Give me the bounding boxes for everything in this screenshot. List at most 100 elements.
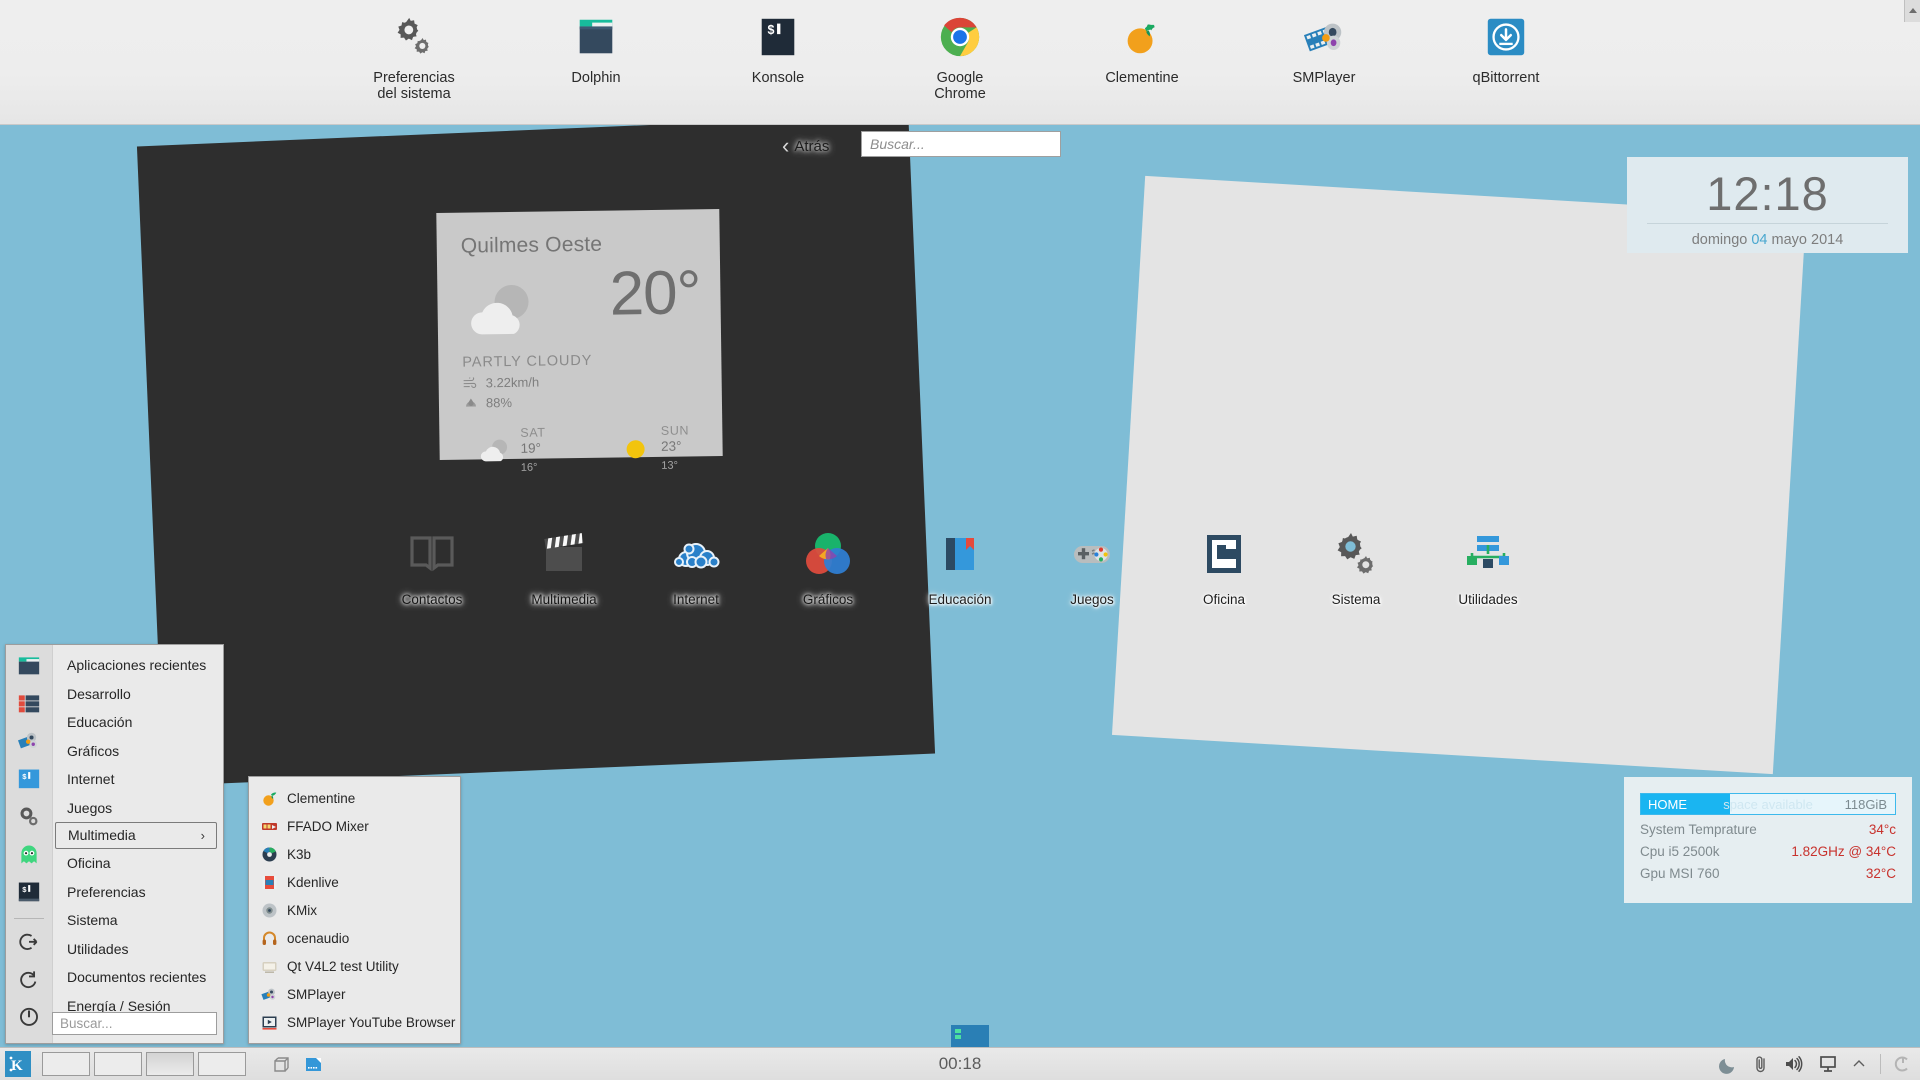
kickoff-item-educacion[interactable]: Educación xyxy=(53,708,223,737)
kickoff-item-juegos[interactable]: Juegos xyxy=(53,794,223,823)
submenu-item-smplayer[interactable]: SMPlayer xyxy=(249,980,460,1008)
submenu-item-label: Clementine xyxy=(287,790,356,806)
favorite-clementine[interactable]: Clementine xyxy=(1083,10,1201,86)
graphics-icon[interactable] xyxy=(15,729,43,753)
back-button-label: Atrás xyxy=(794,137,830,155)
taskbar-clock[interactable]: 00:18 xyxy=(939,1054,982,1074)
pager-desktop-2[interactable] xyxy=(94,1052,142,1076)
favorite-preferencias-del-sistema[interactable]: Preferencias del sistema xyxy=(355,10,473,102)
desktop-category-utilidades[interactable]: Utilidades xyxy=(1432,528,1544,607)
kickoff-item-multimedia[interactable]: Multimedia › xyxy=(55,822,217,849)
favorite-label: Konsole xyxy=(751,70,805,86)
pager-desktop-1[interactable] xyxy=(42,1052,90,1076)
kickoff-item-sistema[interactable]: Sistema xyxy=(53,906,223,935)
light-folderview-panel[interactable] xyxy=(1111,175,1807,775)
desktop-category-sistema[interactable]: Sistema xyxy=(1300,528,1412,607)
smplayer-icon xyxy=(261,988,276,1000)
sysmon-key: Cpu i5 2500k xyxy=(1640,844,1720,859)
back-button[interactable]: ‹ Atrás xyxy=(782,135,829,157)
weather-temperature: 20° xyxy=(609,258,701,329)
category-label: Contactos xyxy=(401,592,463,607)
desktop-category-educacion[interactable]: Educación xyxy=(904,528,1016,607)
clapperboard-icon xyxy=(544,533,584,571)
submenu-item-qt-v4l2-test-utility[interactable]: Qt V4L2 test Utility xyxy=(249,952,460,980)
desktop-category-multimedia[interactable]: Multimedia xyxy=(508,528,620,607)
file-manager-icon[interactable] xyxy=(304,1055,323,1074)
restart-icon[interactable] xyxy=(15,968,43,992)
kde-k-launcher-icon[interactable]: K xyxy=(5,1051,31,1077)
clock-day-number: 04 xyxy=(1751,232,1768,248)
favorite-label: Clementine xyxy=(1105,70,1179,86)
submenu-item-ffado-mixer[interactable]: FFADO Mixer xyxy=(249,812,460,840)
chevron-left-icon: ‹ xyxy=(782,133,790,158)
system-monitor-widget[interactable]: HOME space available 118GiB System Tempr… xyxy=(1624,777,1912,903)
show-desktop-icon[interactable] xyxy=(272,1055,291,1074)
pager-desktop-3[interactable] xyxy=(146,1052,194,1076)
category-label: Multimedia xyxy=(531,592,597,607)
weather-widget[interactable]: Quilmes Oeste 20° PARTLY CLOUDY 3.22km/h… xyxy=(436,209,723,474)
internet-icon[interactable]: $ xyxy=(15,767,43,791)
submenu-item-label: K3b xyxy=(287,846,312,862)
education-icon[interactable] xyxy=(15,692,43,716)
submenu-item-kmix[interactable]: KMix xyxy=(249,896,460,924)
pager-desktop-4[interactable] xyxy=(198,1052,246,1076)
submenu-item-kdenlive[interactable]: Kdenlive xyxy=(249,868,460,896)
kickoff-multimedia-submenu[interactable]: Clementine FFADO Mixer K3b Kdenlive KMix… xyxy=(248,776,461,1044)
weather-wind-row: 3.22km/h xyxy=(463,372,698,390)
logout-icon[interactable] xyxy=(15,930,43,954)
show-hidden-chevron-icon[interactable] xyxy=(1851,1056,1867,1072)
minimized-window-preview[interactable] xyxy=(951,1025,989,1047)
desktop-category-oficina[interactable]: Oficina xyxy=(1168,528,1280,607)
cloudy-icon xyxy=(480,439,508,462)
topbar-scroll-button[interactable] xyxy=(1904,0,1920,22)
clock-weekday: domingo xyxy=(1691,232,1748,248)
submenu-item-ocenaudio[interactable]: ocenaudio xyxy=(249,924,460,952)
settings-gears-icon[interactable] xyxy=(15,805,43,829)
forecast-high: 19° xyxy=(520,440,542,456)
color-circles-icon xyxy=(806,533,850,574)
kickoff-item-oficina[interactable]: Oficina xyxy=(53,849,223,878)
battery-icon[interactable] xyxy=(1894,1055,1912,1073)
k3b-disc-icon xyxy=(262,846,277,861)
dolphin-folder-icon[interactable] xyxy=(15,654,43,678)
kickoff-item-desarrollo[interactable]: Desarrollo xyxy=(53,680,223,709)
kickoff-item-internet[interactable]: Internet xyxy=(53,765,223,794)
kickoff-application-menu[interactable]: $ $ Aplicaciones recientes Desarrollo Ed… xyxy=(5,644,224,1044)
konsole-icon[interactable]: $ xyxy=(15,880,43,904)
taskbar: K 00:18 xyxy=(0,1047,1920,1080)
kickoff-item-label: Utilidades xyxy=(67,940,129,957)
google-chrome-icon xyxy=(940,17,980,57)
display-monitor-icon[interactable] xyxy=(1818,1054,1838,1074)
klipper-clipboard-icon[interactable] xyxy=(1752,1054,1770,1074)
submenu-item-clementine[interactable]: Clementine xyxy=(249,784,460,812)
favorite-dolphin[interactable]: Dolphin xyxy=(537,10,655,86)
category-label: Educación xyxy=(928,592,992,607)
kickoff-item-aplicaciones-recientes[interactable]: Aplicaciones recientes xyxy=(53,651,223,680)
kickoff-item-documentos-recientes[interactable]: Documentos recientes xyxy=(53,963,223,992)
desktop-category-graficos[interactable]: Gráficos xyxy=(772,528,884,607)
games-ghost-icon[interactable] xyxy=(15,843,43,867)
partly-cloudy-icon xyxy=(471,284,529,335)
night-mode-moon-icon[interactable] xyxy=(1719,1054,1739,1074)
desktop-category-contactos[interactable]: Contactos xyxy=(376,528,488,607)
favorite-smplayer[interactable]: SMPlayer xyxy=(1265,10,1383,86)
submenu-item-smplayer-youtube-browser[interactable]: SMPlayer YouTube Browser xyxy=(249,1008,460,1036)
kdenlive-icon xyxy=(262,875,277,889)
kickoff-item-utilidades[interactable]: Utilidades xyxy=(53,935,223,964)
volume-speaker-icon[interactable] xyxy=(1783,1054,1805,1074)
favorite-google-chrome[interactable]: Google Chrome xyxy=(901,10,1019,102)
submenu-item-label: Qt V4L2 test Utility xyxy=(287,958,399,974)
kickoff-item-preferencias[interactable]: Preferencias xyxy=(53,878,223,907)
desktop-category-juegos[interactable]: Juegos xyxy=(1036,528,1148,607)
sysmon-row: System Temprature 34°c xyxy=(1640,822,1896,837)
favorite-qbittorrent[interactable]: qBittorrent xyxy=(1447,10,1565,86)
favorite-konsole[interactable]: $ Konsole xyxy=(719,10,837,86)
desktop-category-internet[interactable]: Internet xyxy=(640,528,752,607)
kickoff-item-graficos[interactable]: Gráficos xyxy=(53,737,223,766)
utilities-tree-icon xyxy=(1467,536,1509,568)
submenu-item-k3b[interactable]: K3b xyxy=(249,840,460,868)
desktop-search-input[interactable] xyxy=(861,131,1061,157)
shutdown-icon[interactable] xyxy=(15,1005,43,1029)
kickoff-search-input[interactable] xyxy=(52,1012,217,1035)
kickoff-item-label: Aplicaciones recientes xyxy=(67,657,207,673)
